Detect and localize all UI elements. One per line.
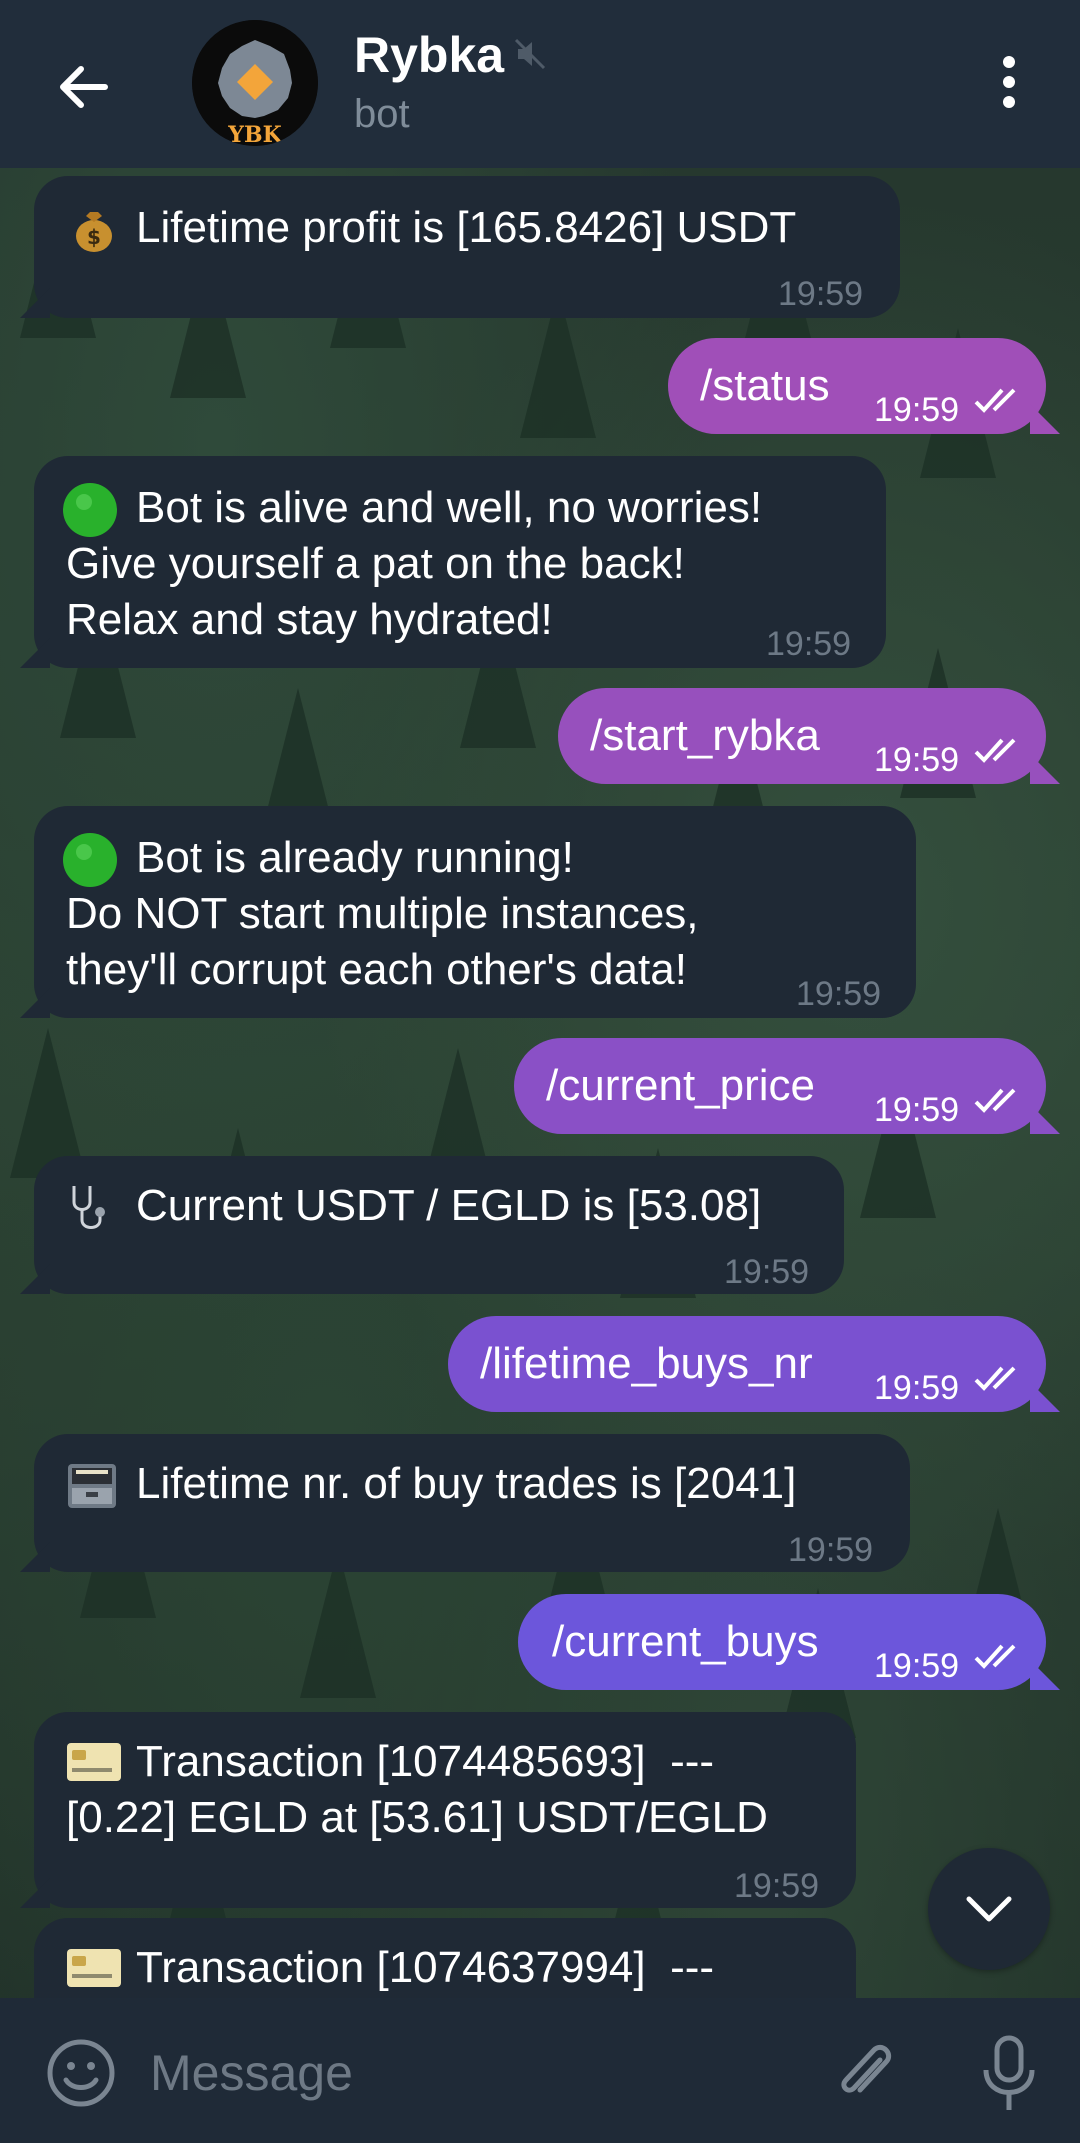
dot-icon [1003,76,1015,88]
incoming-message[interactable]: Current USDT / EGLD is [53.08] 19:59 [34,1156,844,1294]
message-time: 19:59 [796,975,882,1013]
outgoing-message[interactable]: /status 19:59 [668,338,1046,434]
chat-header: YBK Rybka bot [0,0,1080,168]
message-line: Transaction [1074637994] --- [136,1943,715,1992]
avatar-label: YBK [227,122,282,146]
message-time: 19:59 [874,1091,960,1129]
incoming-message[interactable]: $ Lifetime profit is [165.8426] USDT 19:… [34,176,900,318]
incoming-message[interactable]: Lifetime nr. of buy trades is [2041] 19:… [34,1434,910,1572]
message-line: Give yourself a pat on the back! [66,539,685,588]
credit-card-icon [67,1949,121,1987]
message-line: they'll corrupt each other's data! [66,945,687,994]
muted-speaker-icon [514,38,546,70]
message-time: 19:59 [874,741,960,779]
message-time: 19:59 [724,1253,810,1291]
money-bag-icon: $ [76,212,112,252]
message-time: 19:59 [788,1531,874,1569]
double-check-icon [974,1644,1016,1669]
incoming-message[interactable]: Bot is alive and well, no worries! Give … [34,456,886,668]
chat-subtitle: bot [354,92,410,136]
composer-bar [0,1998,1080,2143]
message-time: 19:59 [778,275,864,313]
message-text: /status [700,361,830,410]
message-time: 19:59 [874,1647,960,1685]
double-check-icon [974,388,1016,413]
double-check-icon [974,1366,1016,1391]
avatar[interactable]: YBK [192,20,318,146]
paperclip-icon[interactable] [832,2038,898,2110]
green-circle-icon [63,833,117,887]
message-line: Do NOT start multiple instances, [66,889,699,938]
green-circle-icon [63,483,117,537]
credit-card-icon [67,1743,121,1781]
rybka-logo-icon: YBK [192,20,318,146]
message-line: Lifetime profit is [165.8426] USDT [136,203,797,252]
message-line: Lifetime nr. of buy trades is [2041] [136,1459,797,1508]
outgoing-message[interactable]: /lifetime_buys_nr 19:59 [448,1316,1046,1412]
dot-icon [1003,56,1015,68]
chat-title[interactable]: Rybka [354,26,504,84]
more-options-button[interactable] [984,52,1034,112]
message-text: /start_rybka [590,711,820,760]
message-input[interactable] [150,2038,790,2108]
double-check-icon [974,738,1016,763]
double-check-icon [974,1088,1016,1113]
incoming-message[interactable]: Transaction [1074485693] --- [0.22] EGLD… [34,1712,856,1908]
message-line: Bot is already running! [136,833,574,882]
message-line: Bot is alive and well, no worries! [136,483,763,532]
back-button[interactable] [48,52,118,122]
message-text: /lifetime_buys_nr [480,1339,813,1388]
message-text: /current_buys [552,1617,819,1666]
outgoing-message[interactable]: /current_buys 19:59 [518,1594,1046,1690]
message-line: Current USDT / EGLD is [53.08] [136,1181,762,1230]
stethoscope-icon [72,1186,105,1229]
message-time: 19:59 [874,391,960,429]
dot-icon [1003,96,1015,108]
microphone-icon[interactable] [976,2034,1042,2114]
message-line: [0.22] EGLD at [53.61] USDT/EGLD [66,1793,768,1842]
message-time: 19:59 [874,1369,960,1407]
scroll-down-button[interactable] [928,1848,1050,1970]
arrow-left-icon [60,66,108,108]
outgoing-message[interactable]: /current_price 19:59 [514,1038,1046,1134]
emoji-icon[interactable] [46,2038,116,2108]
file-cabinet-icon [68,1464,116,1508]
outgoing-message[interactable]: /start_rybka 19:59 [558,688,1046,784]
message-line: Relax and stay hydrated! [66,595,553,644]
message-time: 19:59 [734,1867,820,1905]
incoming-message[interactable]: Bot is already running! Do NOT start mul… [34,806,916,1018]
chevron-down-icon [966,1896,1012,1922]
svg-text:$: $ [87,225,101,249]
message-text: /current_price [546,1061,816,1110]
message-time: 19:59 [766,625,852,663]
message-line: Transaction [1074485693] --- [136,1737,715,1786]
